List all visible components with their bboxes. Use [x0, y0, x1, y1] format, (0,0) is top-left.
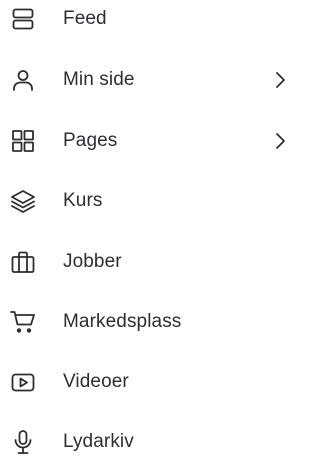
- user-icon: [10, 67, 36, 93]
- sidebar-item-videoer[interactable]: Videoer: [0, 360, 296, 404]
- sidebar-item-label: Kurs: [63, 190, 103, 211]
- sidebar-item-kurs[interactable]: Kurs: [0, 179, 296, 223]
- microphone-icon: [10, 429, 36, 455]
- sidebar-item-markedsplass[interactable]: Markedsplass: [0, 300, 296, 344]
- server-stack-icon: [10, 6, 36, 32]
- sidebar-item-label: Videoer: [63, 371, 129, 392]
- sidebar-item-pages[interactable]: Pages: [0, 119, 296, 163]
- sidebar-item-label: Pages: [63, 130, 118, 151]
- grid-icon: [10, 128, 36, 154]
- sidebar-item-label: Feed: [63, 8, 107, 29]
- shopping-cart-icon: [10, 309, 36, 335]
- sidebar-item-lydarkiv[interactable]: Lydarkiv: [0, 420, 296, 464]
- layers-icon: [10, 188, 36, 214]
- sidebar-item-label: Jobber: [63, 251, 122, 272]
- sidebar-item-feed[interactable]: Feed: [0, 0, 296, 41]
- sidebar-nav: Feed Min side Pages Kurs Jobber Markedsp…: [0, 0, 296, 462]
- sidebar-item-label: Markedsplass: [63, 311, 182, 332]
- chevron-right-icon[interactable]: [272, 70, 288, 90]
- sidebar-item-min-side[interactable]: Min side: [0, 58, 296, 102]
- sidebar-item-label: Lydarkiv: [63, 431, 134, 452]
- chevron-right-icon[interactable]: [272, 131, 288, 151]
- sidebar-item-label: Min side: [63, 69, 135, 90]
- video-play-icon: [10, 369, 36, 395]
- sidebar-item-jobber[interactable]: Jobber: [0, 240, 296, 284]
- briefcase-icon: [10, 249, 36, 275]
